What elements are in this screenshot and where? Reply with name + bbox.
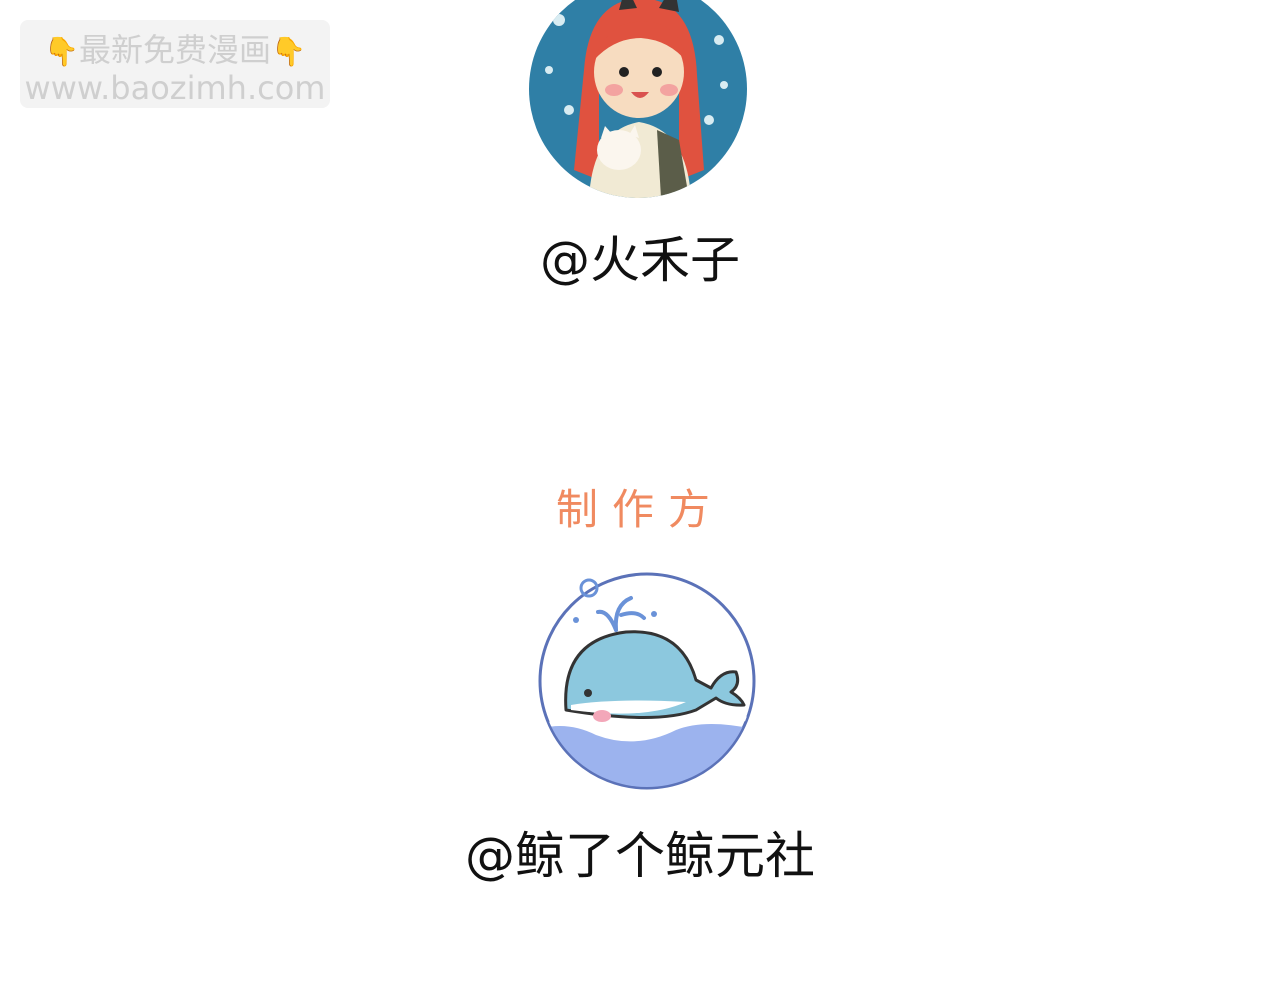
author-avatar xyxy=(529,0,747,198)
watermark-url: www.baozimh.com xyxy=(24,69,326,107)
pointing-down-icon: 👇 xyxy=(44,35,79,68)
producer-name: @鲸了个鲸元社 xyxy=(465,827,815,885)
watermark-badge[interactable]: 👇最新免费漫画👇 www.baozimh.com xyxy=(20,20,330,108)
author-name: @火禾子 xyxy=(540,231,740,289)
watermark-text: 最新免费漫画 xyxy=(78,31,271,69)
watermark-line1: 👇最新免费漫画👇 xyxy=(20,30,330,72)
pointing-down-icon: 👇 xyxy=(271,35,306,68)
comic-credits-page: 👇最新免费漫画👇 www.baozimh.com @火禾子 制作方 @鲸了个鲸元… xyxy=(0,0,1280,999)
producer-avatar xyxy=(538,572,756,790)
producer-section-title: 制作方 xyxy=(555,485,724,534)
